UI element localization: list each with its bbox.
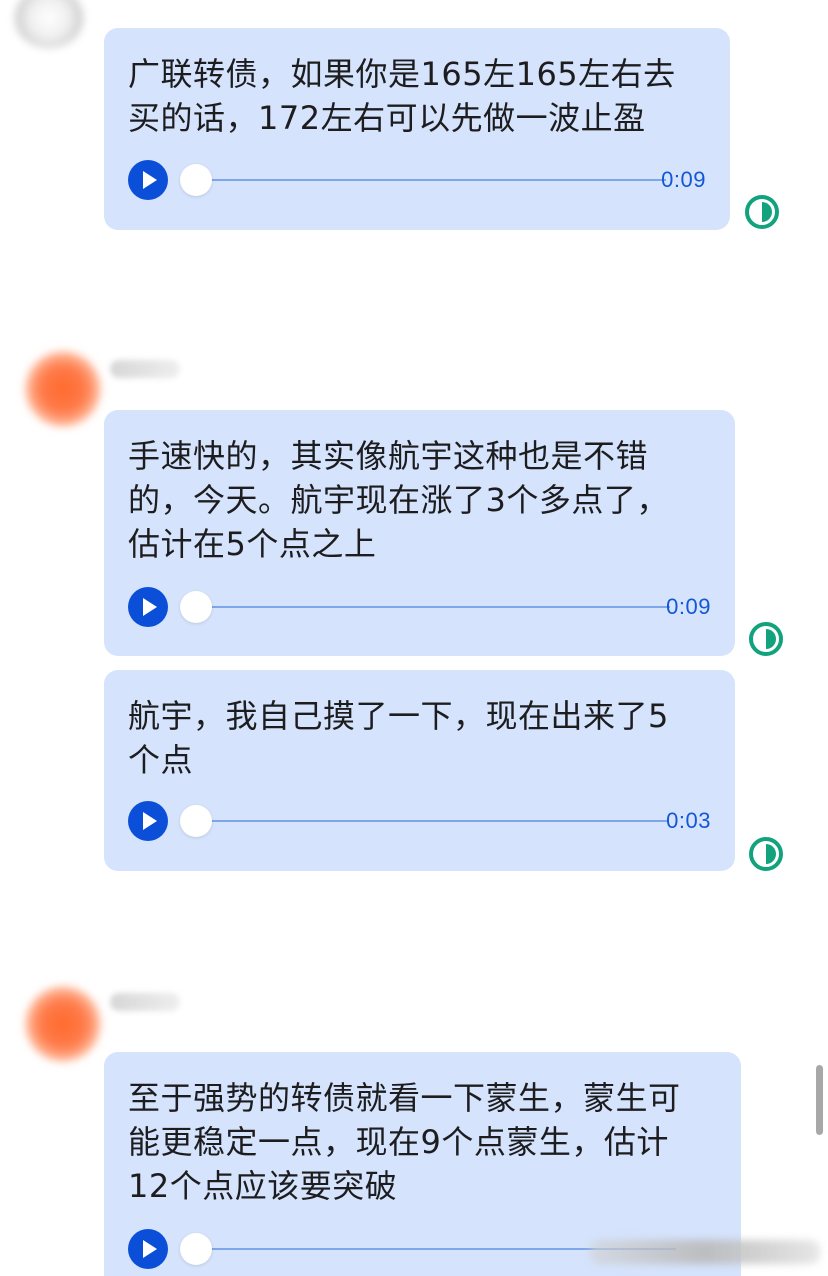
progress-thumb[interactable] [180,805,212,837]
duration-label: 0:09 [661,167,706,192]
progress-track[interactable] [188,606,670,608]
transcript-text: 手速快的，其实像航宇这种也是不错 的，今天。航宇现在涨了3个多点了， 估计在5个… [128,437,669,563]
voice-message-bubble[interactable]: 航宇，我自己摸了一下，现在出来了5 个点 0:03 [104,670,735,871]
progress-track[interactable] [188,179,666,181]
progress-track[interactable] [188,820,669,822]
play-icon [143,1240,157,1258]
voice-message-bubble[interactable]: 手速快的，其实像航宇这种也是不错 的，今天。航宇现在涨了3个多点了， 估计在5个… [104,410,735,656]
progress-thumb[interactable] [180,591,212,623]
audio-player: 0:09 [128,587,711,627]
voice-message-bubble[interactable]: 广联转债，如果你是165左165左右去 买的话，172左右可以先做一波止盈 0:… [104,28,730,230]
play-icon [143,812,157,830]
play-icon [143,171,157,189]
progress-thumb[interactable] [180,164,212,196]
transcript-text: 广联转债，如果你是165左165左右去 买的话，172左右可以先做一波止盈 [128,55,676,137]
transcript-text: 航宇，我自己摸了一下，现在出来了5 个点 [128,697,669,779]
chat-screen: 广联转债，如果你是165左165左右去 买的话，172左右可以先做一波止盈 0:… [0,0,828,1276]
progress-thumb[interactable] [180,1233,212,1265]
transcript-text: 至于强势的转债就看一下蒙生，蒙生可 能更稳定一点，现在9个点蒙生，估计 12个点… [128,1079,681,1205]
duration-label: 0:03 [666,808,711,833]
blurred-watermark [590,1240,820,1264]
play-button[interactable] [128,587,168,627]
play-button[interactable] [128,160,168,200]
audio-player: 0:03 [128,801,711,841]
play-button[interactable] [128,1229,168,1269]
clock-status-icon [745,195,779,229]
duration-label: 0:09 [666,594,711,619]
clock-status-icon [749,622,783,656]
audio-player: 0:09 [128,160,706,200]
play-button[interactable] [128,801,168,841]
clock-status-icon [749,837,783,871]
play-icon [143,598,157,616]
scrollbar[interactable] [816,1065,823,1135]
